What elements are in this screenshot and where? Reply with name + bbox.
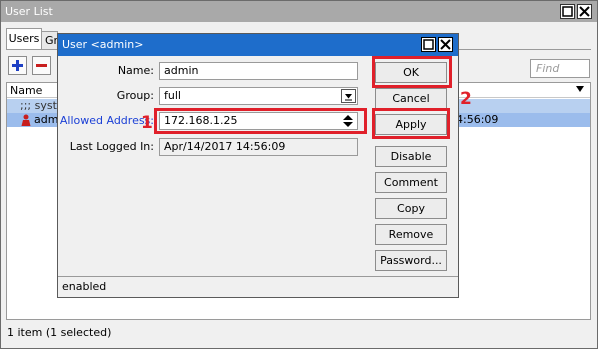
last-logged-field: Apr/14/2017 14:56:09 [159,138,358,156]
name-label: Name: [117,64,154,77]
highlight-apply [372,108,450,139]
find-input[interactable]: Find [530,59,590,78]
name-field[interactable]: admin [159,62,358,80]
disable-button[interactable]: Disable [375,146,447,167]
row-last-logged: 4:56:09 [456,113,499,126]
group-select[interactable]: full [159,87,358,105]
add-button[interactable] [8,56,27,75]
marker-1: 1 [141,113,153,133]
tab-users[interactable]: Users [6,28,42,49]
cancel-button[interactable]: Cancel [375,88,447,109]
plus-icon [12,60,23,71]
remove-toolbar-button[interactable] [32,56,51,75]
last-logged-label: Last Logged In: [69,140,154,153]
maximize-icon[interactable] [560,4,575,19]
dialog-maximize-icon[interactable] [421,37,436,52]
close-icon[interactable] [577,4,592,19]
user-active-icon [21,114,31,126]
allowed-address-label: Allowed Address: [59,114,154,127]
chevron-down-icon[interactable] [341,89,356,103]
highlight-ok [372,56,452,88]
dialog-status: enabled [58,276,458,297]
list-status: 1 item (1 selected) [7,326,112,339]
comment-button[interactable]: Comment [375,172,447,193]
password-button[interactable]: Password... [375,250,447,271]
dialog-close-icon[interactable] [438,37,453,52]
highlight-allowed-address [154,108,367,134]
tab-groups[interactable]: Gr [42,31,58,49]
copy-button[interactable]: Copy [375,198,447,219]
column-header-name[interactable]: Name [10,83,42,98]
column-menu-icon[interactable] [576,86,584,92]
marker-2: 2 [460,89,472,109]
minus-icon [36,64,47,67]
window-title: User List [1,1,597,22]
group-label: Group: [116,89,154,102]
dialog-title: User <admin> [58,34,458,56]
remove-button[interactable]: Remove [375,224,447,245]
